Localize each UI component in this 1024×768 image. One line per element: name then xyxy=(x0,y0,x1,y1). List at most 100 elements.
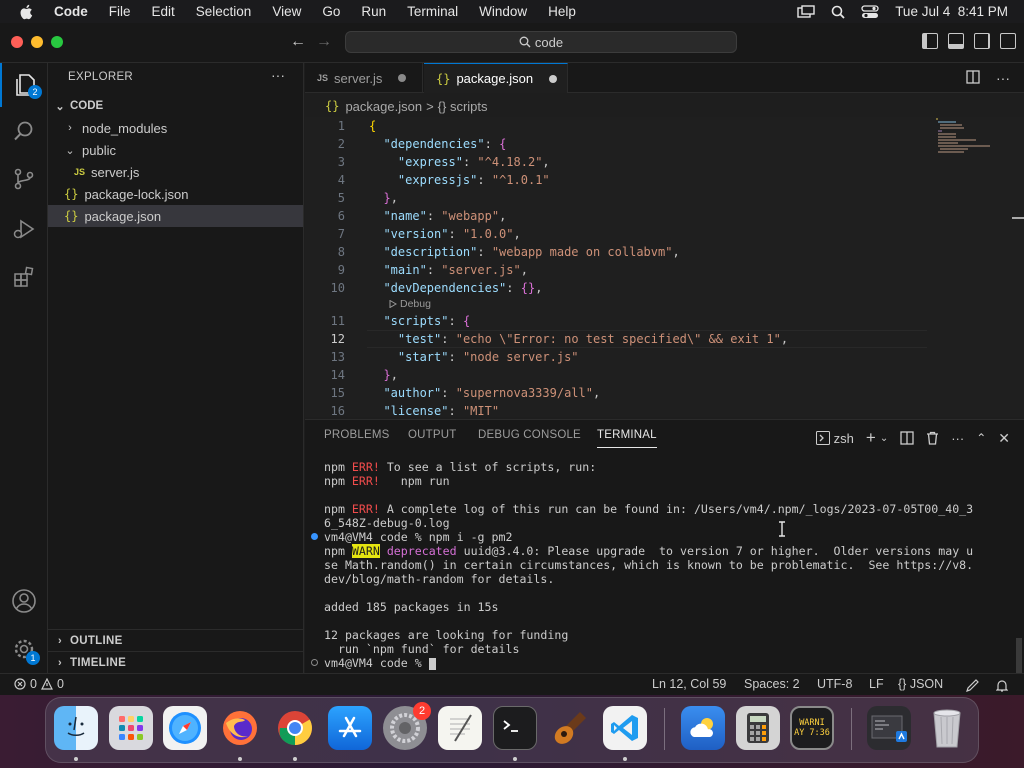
control-center-icon[interactable] xyxy=(861,4,879,19)
end-of-line[interactable]: LF xyxy=(869,677,884,691)
debug-codelens[interactable]: Debug xyxy=(389,297,431,311)
maximize-panel-icon[interactable]: ⌃ xyxy=(976,431,986,445)
trash-icon[interactable] xyxy=(925,706,969,750)
command-center-search[interactable]: code xyxy=(345,31,737,53)
menu-edit[interactable]: Edit xyxy=(152,4,175,19)
minimap[interactable] xyxy=(934,117,994,157)
timeline-section[interactable]: › TIMELINE xyxy=(48,651,303,673)
menu-window[interactable]: Window xyxy=(479,4,527,19)
activity-run-debug[interactable] xyxy=(0,207,48,251)
encoding[interactable]: UTF-8 xyxy=(817,677,852,691)
window-close-button[interactable] xyxy=(11,36,23,48)
code-line: 6 "name": "webapp", xyxy=(305,207,1024,225)
finder-icon[interactable] xyxy=(54,706,98,750)
split-terminal-icon[interactable] xyxy=(900,431,914,445)
terminal-shell-selector[interactable]: zsh xyxy=(815,431,854,446)
outline-section[interactable]: › OUTLINE xyxy=(48,629,303,651)
screen: Code File Edit Selection View Go Run Ter… xyxy=(0,0,1024,768)
textedit-icon[interactable] xyxy=(438,706,482,750)
activity-accounts[interactable] xyxy=(0,579,48,623)
unsaved-dot-icon[interactable] xyxy=(549,74,558,83)
tab-server-js[interactable]: JS server.js xyxy=(305,63,423,93)
settings-badge: 2 xyxy=(413,702,431,720)
cursor-position[interactable]: Ln 12, Col 59 xyxy=(652,677,726,691)
weather-icon[interactable] xyxy=(681,706,725,750)
toggle-secondary-sidebar-icon[interactable] xyxy=(974,33,990,49)
toggle-panel-icon[interactable] xyxy=(948,33,964,49)
breadcrumb-symbol[interactable]: {} scripts xyxy=(438,99,488,114)
downloads-stack-icon[interactable] xyxy=(867,706,911,750)
menu-terminal[interactable]: Terminal xyxy=(407,4,458,19)
menubar-clock[interactable]: Tue Jul 4 8:41 PM xyxy=(895,4,1008,19)
tab-problems[interactable]: PROBLEMS xyxy=(324,429,390,441)
forward-arrow-icon[interactable]: → xyxy=(316,33,332,51)
menu-selection[interactable]: Selection xyxy=(196,4,252,19)
breadcrumb-file[interactable]: package.json xyxy=(345,99,422,114)
activity-search[interactable] xyxy=(0,109,48,153)
json-file-icon: {} xyxy=(64,209,79,223)
indentation[interactable]: Spaces: 2 xyxy=(744,677,800,691)
launchpad-icon[interactable] xyxy=(109,706,153,750)
more-actions-icon[interactable]: ··· xyxy=(951,431,964,446)
problems-status[interactable]: 0 0 xyxy=(14,677,64,691)
apple-icon[interactable] xyxy=(18,3,36,21)
unsaved-dot-icon[interactable] xyxy=(398,74,407,82)
spotlight-search-icon[interactable] xyxy=(831,5,845,19)
json-file-icon: {} xyxy=(325,99,340,113)
new-terminal-icon[interactable]: + xyxy=(866,428,876,448)
menu-view[interactable]: View xyxy=(272,4,301,19)
folder-code[interactable]: ⌄ CODE xyxy=(48,95,303,117)
toggle-primary-sidebar-icon[interactable] xyxy=(922,33,938,49)
explorer-more-actions[interactable]: ··· xyxy=(271,67,285,83)
close-icon[interactable]: ✕ xyxy=(998,430,1010,447)
chevron-down-icon[interactable]: ⌄ xyxy=(880,433,888,444)
calculator-icon[interactable] xyxy=(736,706,780,750)
customize-layout-icon[interactable] xyxy=(1000,33,1016,49)
play-icon xyxy=(389,300,397,308)
tab-output[interactable]: OUTPUT xyxy=(408,429,456,441)
code-editor[interactable]: 1{ 2 "dependencies": { 3 "express": "^4.… xyxy=(305,117,1024,417)
back-arrow-icon[interactable]: ← xyxy=(290,33,306,51)
tab-package-json[interactable]: {} package.json xyxy=(424,63,568,93)
firefox-icon[interactable] xyxy=(218,706,262,750)
window-zoom-button[interactable] xyxy=(51,36,63,48)
window-minimize-button[interactable] xyxy=(31,36,43,48)
tree-item-public[interactable]: ⌄ public xyxy=(48,139,303,161)
vscode-icon[interactable] xyxy=(603,706,647,750)
terminal-app-icon[interactable] xyxy=(493,706,537,750)
safari-icon[interactable] xyxy=(163,706,207,750)
garageband-icon[interactable] xyxy=(548,706,592,750)
menu-app-name[interactable]: Code xyxy=(54,4,88,19)
editor-scroll-marker[interactable] xyxy=(1012,217,1024,219)
system-settings-icon[interactable]: 2 xyxy=(383,702,431,750)
terminal-line: 6_548Z-debug-0.log xyxy=(324,516,450,530)
activity-explorer[interactable]: 2 xyxy=(0,63,48,107)
code-line: 2 "dependencies": { xyxy=(305,135,1024,153)
command-status-icon[interactable] xyxy=(311,533,318,540)
terminal-scrollbar[interactable] xyxy=(1016,638,1022,674)
activity-extensions[interactable] xyxy=(0,255,48,299)
more-actions-icon[interactable]: ··· xyxy=(996,70,1010,86)
tree-item-node-modules[interactable]: › node_modules xyxy=(48,117,303,139)
console-app-icon[interactable]: WARNI AY 7:36 xyxy=(790,706,834,750)
menu-go[interactable]: Go xyxy=(322,4,340,19)
screen-mirroring-icon[interactable] xyxy=(797,4,815,19)
command-status-icon[interactable] xyxy=(311,659,318,666)
tree-item-package-json[interactable]: {} package.json xyxy=(48,205,303,227)
menu-file[interactable]: File xyxy=(109,4,131,19)
trash-icon[interactable] xyxy=(926,431,939,445)
activity-manage[interactable]: 1 xyxy=(0,627,48,671)
tab-terminal[interactable]: TERMINAL xyxy=(597,429,657,448)
tree-item-server-js[interactable]: JS server.js xyxy=(48,161,303,183)
language-mode[interactable]: {} JSON xyxy=(898,677,943,691)
app-store-icon[interactable] xyxy=(328,706,372,750)
tab-debug-console[interactable]: DEBUG CONSOLE xyxy=(478,429,581,441)
menu-help[interactable]: Help xyxy=(548,4,576,19)
tree-item-package-lock[interactable]: {} package-lock.json xyxy=(48,183,303,205)
bell-icon[interactable] xyxy=(996,679,1008,692)
menu-run[interactable]: Run xyxy=(361,4,386,19)
activity-source-control[interactable] xyxy=(0,157,48,201)
feedback-icon[interactable] xyxy=(966,679,979,692)
chrome-icon[interactable] xyxy=(273,706,317,750)
split-editor-icon[interactable] xyxy=(966,70,980,84)
